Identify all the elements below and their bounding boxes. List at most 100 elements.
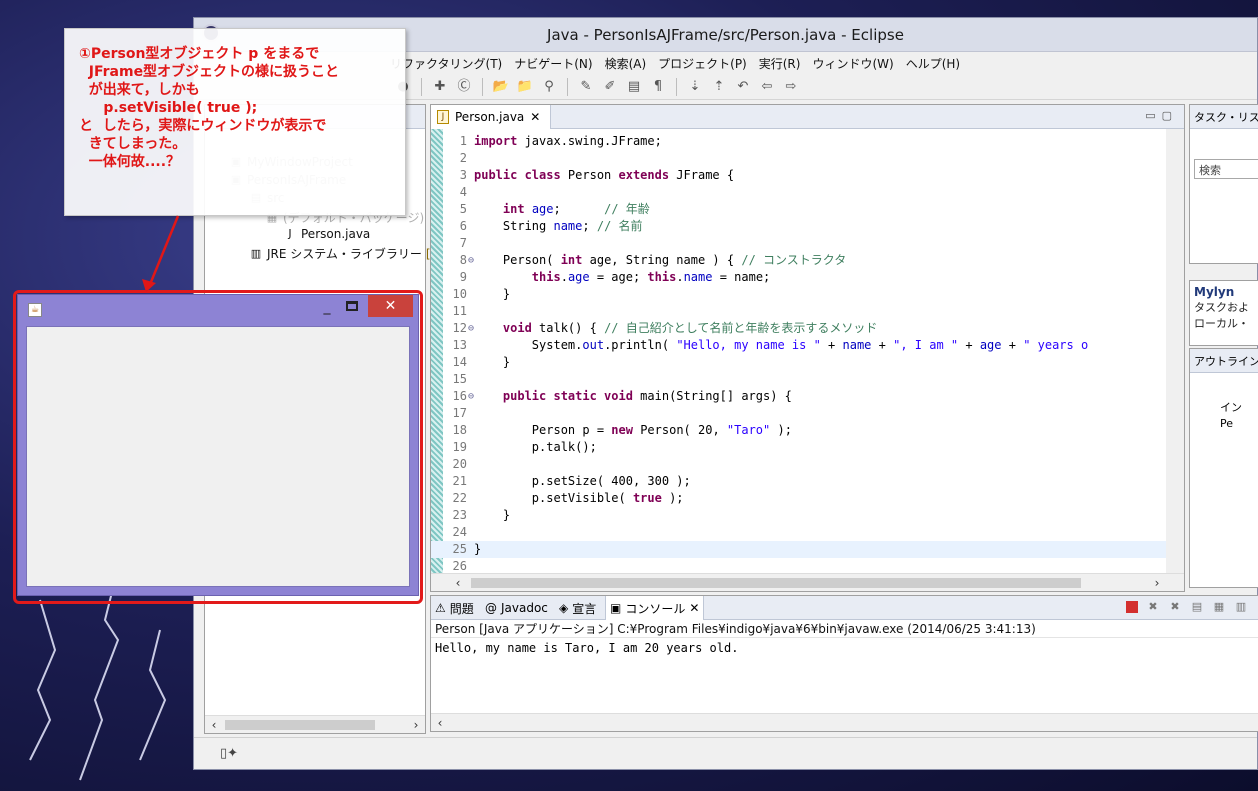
scroll-left-icon[interactable]: ‹ — [205, 718, 223, 732]
code-text: p.setSize( 400, 300 ); — [474, 474, 691, 488]
code-line[interactable]: 5 int age; // 年齢 — [431, 201, 1166, 218]
code-line[interactable]: 2 — [431, 150, 1166, 167]
outline-item[interactable]: Pe — [1220, 417, 1233, 430]
open-folder-icon[interactable]: 📁 — [516, 78, 534, 96]
outline-tab[interactable]: アウトライン — [1190, 349, 1258, 373]
back-icon[interactable]: ⇦ — [758, 78, 776, 96]
code-line[interactable]: 26 — [431, 558, 1166, 573]
minimize-icon[interactable]: _ — [318, 299, 336, 315]
close-icon[interactable]: ✕ — [530, 110, 540, 124]
line-number: 11 — [452, 304, 467, 318]
code-text: p.talk(); — [474, 440, 597, 454]
scroll-left-icon[interactable]: ‹ — [449, 576, 467, 590]
code-line[interactable]: 11 — [431, 303, 1166, 320]
scroll-thumb[interactable] — [471, 578, 1081, 588]
scroll-right-icon[interactable]: › — [1148, 576, 1166, 590]
code-line[interactable]: 9 this.age = age; this.name = name; — [431, 269, 1166, 286]
pin-console-icon[interactable]: ▥ — [1234, 600, 1248, 614]
code-text: } — [474, 355, 511, 369]
code-text: } — [474, 542, 482, 556]
code-line[interactable]: 17 — [431, 405, 1166, 422]
tab-javadoc[interactable]: @ Javadoc — [481, 596, 552, 620]
close-button[interactable]: ✕ — [368, 295, 413, 317]
menu-item[interactable]: ヘルプ(H) — [900, 55, 966, 72]
code-line[interactable]: 15 — [431, 371, 1166, 388]
code-line[interactable]: 8 ⊖ Person( int age, String name ) { // コ… — [431, 252, 1166, 269]
code-line[interactable]: 19 p.talk(); — [431, 439, 1166, 456]
code-line[interactable]: 13 System.out.println( "Hello, my name i… — [431, 337, 1166, 354]
search-icon[interactable]: ⚲ — [540, 78, 558, 96]
new-class-icon[interactable]: Ⓒ — [455, 78, 473, 96]
console-toolbar: ✖ ✖ ▤ ▦ ▥ — [1126, 600, 1248, 614]
status-icon: ▯✦ — [220, 746, 239, 761]
new-package-icon[interactable]: ✚ — [431, 78, 449, 96]
tree-item[interactable]: J Person.java — [283, 227, 370, 241]
horizontal-scrollbar[interactable]: ‹ — [431, 713, 1258, 731]
tree-item-label: JRE システム・ライブラリー — [267, 247, 422, 261]
toggle-mark-icon[interactable]: ✎ — [577, 78, 595, 96]
code-line[interactable]: 24 — [431, 524, 1166, 541]
code-line[interactable]: 16 ⊖ public static void main(String[] arg… — [431, 388, 1166, 405]
code-line[interactable]: 7 — [431, 235, 1166, 252]
tree-item[interactable]: ▥JRE システム・ライブラリー[Java — [249, 245, 456, 262]
remove-all-icon[interactable]: ✖ — [1168, 600, 1182, 614]
code-line[interactable]: 10 } — [431, 286, 1166, 303]
prev-annotation-icon[interactable]: ⇡ — [710, 78, 728, 96]
line-number: 22 — [452, 491, 467, 505]
menu-item[interactable]: ウィンドウ(W) — [806, 55, 899, 72]
code-line[interactable]: 3 public class Person extends JFrame { — [431, 167, 1166, 184]
outline-view: アウトライン イン Pe — [1189, 348, 1258, 588]
horizontal-scrollbar[interactable]: ‹ › — [205, 715, 425, 733]
vertical-scrollbar[interactable] — [1166, 129, 1184, 573]
code-line[interactable]: 12 ⊖ void talk() { // 自己紹介として名前と年齢を表示するメソ… — [431, 320, 1166, 337]
terminate-icon[interactable] — [1126, 601, 1138, 613]
maximize-icon[interactable] — [346, 301, 358, 311]
outline-item[interactable]: イン — [1220, 399, 1242, 415]
remove-launch-icon[interactable]: ✖ — [1146, 600, 1160, 614]
line-number: 20 — [452, 457, 467, 471]
scroll-right-icon[interactable]: › — [407, 718, 425, 732]
code-line[interactable]: 1 import javax.swing.JFrame; — [431, 133, 1166, 150]
next-annotation-icon[interactable]: ⇣ — [686, 78, 704, 96]
task-search-input[interactable]: 検索 — [1194, 159, 1258, 179]
tab-declaration[interactable]: ◈ 宣言 — [555, 596, 600, 620]
code-line[interactable]: 20 — [431, 456, 1166, 473]
open-type-icon[interactable]: 📂 — [492, 78, 510, 96]
console-output[interactable]: Hello, my name is Taro, I am 20 years ol… — [431, 638, 1258, 658]
annotation-icon[interactable]: ✐ — [601, 78, 619, 96]
tab-problems[interactable]: ⚠ 問題 — [431, 596, 478, 620]
swing-title-bar[interactable]: ☕ _ ✕ — [18, 295, 418, 325]
show-whitespace-icon[interactable]: ¶ — [649, 78, 667, 96]
annotation-callout: ①Person型オブジェクト p をまるで JFrame型オブジェクトの様に扱う… — [64, 28, 406, 216]
code-text: } — [474, 287, 511, 301]
line-number: 21 — [452, 474, 467, 488]
close-icon[interactable]: ✕ — [689, 601, 699, 615]
code-line[interactable]: 23 } — [431, 507, 1166, 524]
task-list-tab[interactable]: タスク・リスト — [1190, 105, 1258, 129]
line-number: 1 — [459, 134, 467, 148]
code-line[interactable]: 21 p.setSize( 400, 300 ); — [431, 473, 1166, 490]
clear-console-icon[interactable]: ▤ — [1190, 600, 1204, 614]
code-line[interactable]: 6 String name; // 名前 — [431, 218, 1166, 235]
code-area[interactable]: 1 import javax.swing.JFrame; 2 3 public clas… — [431, 129, 1166, 573]
block-select-icon[interactable]: ▤ — [625, 78, 643, 96]
forward-icon[interactable]: ⇨ — [782, 78, 800, 96]
menu-item[interactable]: ナビゲート(N) — [508, 55, 598, 72]
last-edit-icon[interactable]: ↶ — [734, 78, 752, 96]
menu-item[interactable]: プロジェクト(P) — [652, 55, 753, 72]
code-line[interactable]: 22 p.setVisible( true ); — [431, 490, 1166, 507]
scroll-lock-icon[interactable]: ▦ — [1212, 600, 1226, 614]
line-number: 16 — [452, 389, 467, 403]
code-line[interactable]: 18 Person p = new Person( 20, "Taro" ); — [431, 422, 1166, 439]
scroll-thumb[interactable] — [225, 720, 375, 730]
tab-person-java[interactable]: J Person.java ✕ — [431, 105, 551, 129]
horizontal-scrollbar[interactable]: ‹ › — [431, 573, 1184, 591]
menu-item[interactable]: 検索(A) — [599, 55, 653, 72]
menu-item[interactable]: 実行(R) — [753, 55, 807, 72]
code-line[interactable]: 4 — [431, 184, 1166, 201]
code-line[interactable]: 14 } — [431, 354, 1166, 371]
minimize-maximize-icon[interactable]: ▭▢ — [1145, 109, 1178, 122]
code-line[interactable]: 25} — [431, 541, 1166, 558]
scroll-left-icon[interactable]: ‹ — [431, 716, 449, 730]
tab-console[interactable]: ▣ コンソール ✕ — [605, 596, 705, 620]
